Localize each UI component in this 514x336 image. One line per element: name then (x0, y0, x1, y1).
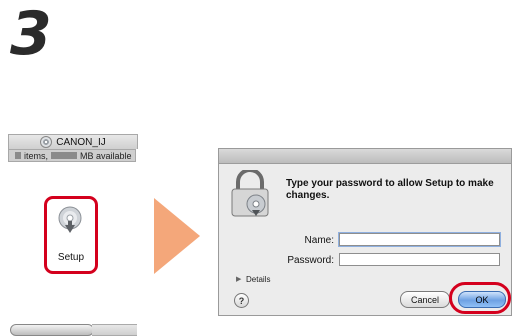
name-label: Name: (304, 235, 334, 246)
ok-button[interactable]: OK (458, 291, 506, 308)
progress-track (92, 324, 137, 336)
finder-status-bar: items, MB available (8, 149, 136, 162)
setup-icon[interactable] (54, 205, 86, 237)
finder-window-title: CANON_IJ (8, 134, 138, 149)
password-field[interactable] (339, 253, 500, 266)
redacted-count (15, 152, 21, 159)
disc-icon (40, 136, 53, 148)
arrow-right-icon (154, 198, 200, 274)
help-button[interactable]: ? (234, 293, 249, 308)
progress-bar (10, 324, 94, 336)
dialog-message: Type your password to allow Setup to mak… (286, 178, 494, 201)
name-field[interactable] (339, 233, 500, 246)
status-items: items, (24, 150, 49, 161)
step-number: 3 (10, 0, 52, 69)
disclosure-triangle-icon[interactable]: ▶ (236, 275, 241, 283)
dialog-titlebar[interactable] (219, 149, 511, 164)
password-label: Password: (287, 255, 334, 266)
lock-icon (231, 170, 269, 217)
setup-label: Setup (57, 252, 85, 263)
details-label[interactable]: Details (246, 275, 270, 284)
status-available: MB available (80, 150, 132, 161)
volume-name: CANON_IJ (56, 136, 106, 148)
cancel-button[interactable]: Cancel (400, 291, 450, 308)
redacted-size (51, 152, 78, 159)
